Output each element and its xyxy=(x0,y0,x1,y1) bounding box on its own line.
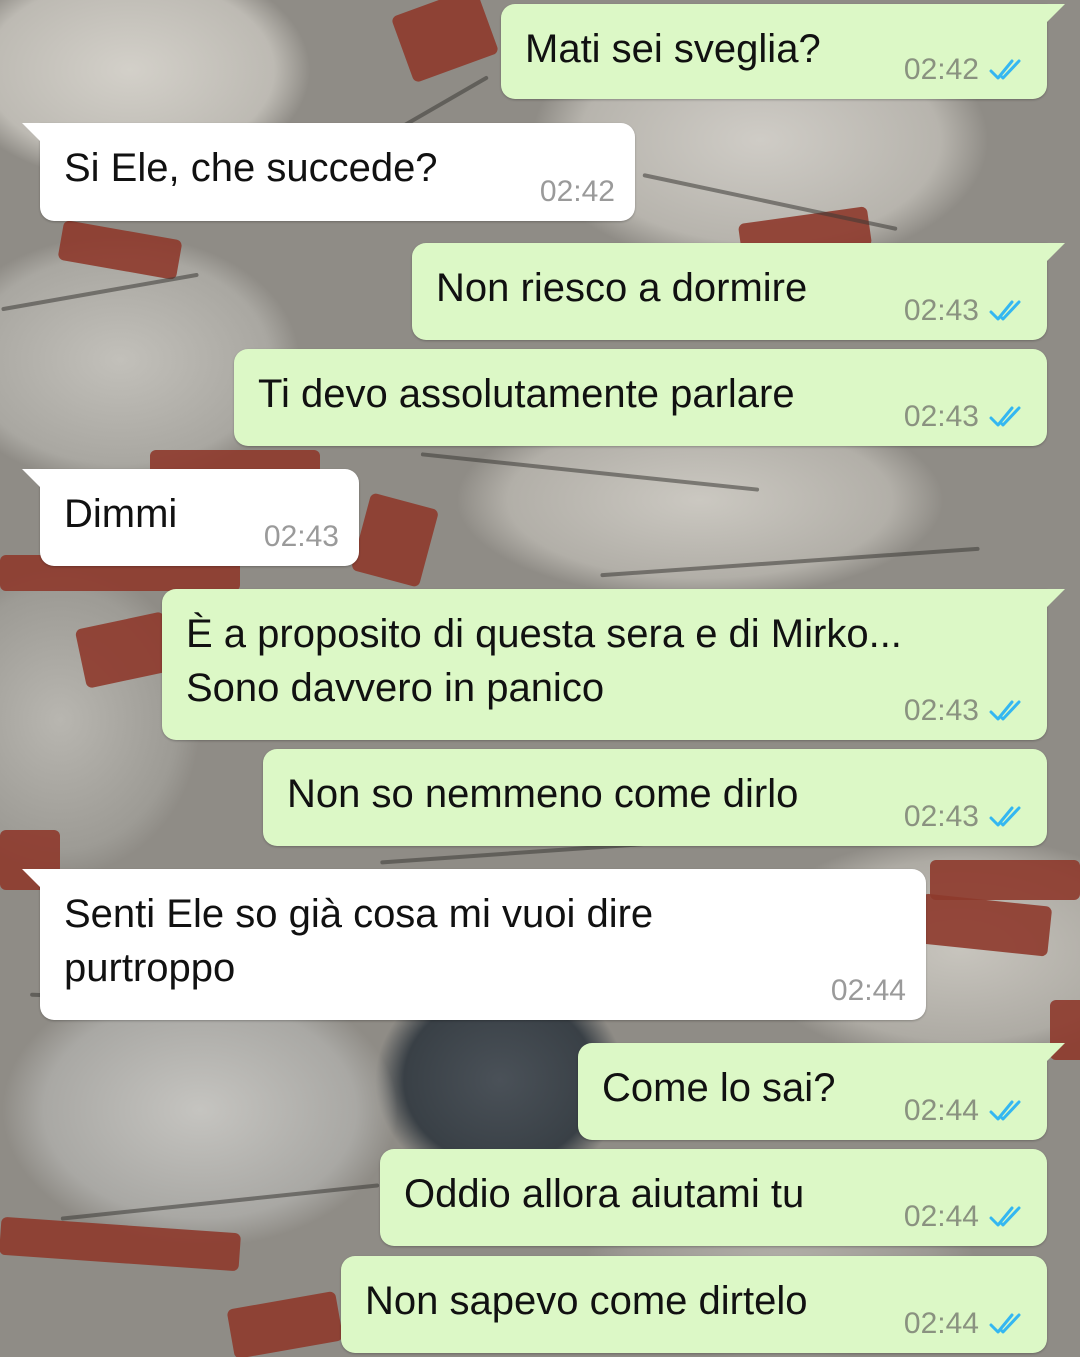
message-bubble-incoming[interactable]: Senti Ele so già cosa mi vuoi dire purtr… xyxy=(22,869,926,1020)
message-meta: 02:42 xyxy=(904,53,1027,87)
message-time: 02:44 xyxy=(903,1094,979,1127)
message-time: 02:43 xyxy=(263,520,339,553)
message-time: 02:44 xyxy=(903,1307,979,1340)
double-check-read-icon xyxy=(989,698,1027,724)
message-bubble-outgoing[interactable]: Oddio allora aiutami tu 02:44 xyxy=(380,1149,1047,1246)
message-meta: 02:44 xyxy=(904,1307,1027,1341)
message-time: 02:43 xyxy=(903,800,979,833)
message-meta: 02:44 xyxy=(904,1200,1027,1234)
bubble-tail xyxy=(1047,4,1065,22)
bubble-tail xyxy=(1047,1043,1065,1061)
message-bubble-incoming[interactable]: Dimmi 02:43 xyxy=(22,469,359,566)
message-meta: 02:43 xyxy=(904,800,1027,834)
message-text: Senti Ele so già cosa mi vuoi dire purtr… xyxy=(64,892,654,990)
message-time: 02:43 xyxy=(903,400,979,433)
double-check-read-icon xyxy=(989,1311,1027,1337)
message-text: Si Ele, che succede? xyxy=(64,146,438,190)
message-list: Mati sei sveglia? 02:42 Si Ele, che succ… xyxy=(0,0,1080,1357)
bubble-tail xyxy=(22,469,40,487)
message-time: 02:44 xyxy=(830,974,906,1007)
message-time: 02:43 xyxy=(903,694,979,727)
message-meta: 02:42 xyxy=(540,175,615,209)
message-bubble-incoming[interactable]: Si Ele, che succede? 02:42 xyxy=(22,123,635,221)
double-check-read-icon xyxy=(989,1204,1027,1230)
message-meta: 02:43 xyxy=(904,400,1027,434)
double-check-read-icon xyxy=(989,298,1027,324)
message-meta: 02:44 xyxy=(904,1094,1027,1128)
message-meta: 02:43 xyxy=(264,520,339,554)
bubble-tail xyxy=(22,869,40,887)
message-bubble-outgoing[interactable]: Come lo sai? 02:44 xyxy=(578,1043,1065,1140)
double-check-read-icon xyxy=(989,1098,1027,1124)
double-check-read-icon xyxy=(989,57,1027,83)
message-time: 02:42 xyxy=(539,175,615,208)
message-bubble-outgoing[interactable]: È a proposito di questa sera e di Mirko.… xyxy=(162,589,1065,740)
double-check-read-icon xyxy=(989,804,1027,830)
bubble-tail xyxy=(1047,589,1065,607)
double-check-read-icon xyxy=(989,404,1027,430)
message-meta: 02:44 xyxy=(831,974,906,1008)
message-bubble-outgoing[interactable]: Ti devo assolutamente parlare 02:43 xyxy=(234,349,1047,446)
bubble-tail xyxy=(1047,243,1065,261)
message-time: 02:43 xyxy=(903,294,979,327)
message-bubble-outgoing[interactable]: Non sapevo come dirtelo 02:44 xyxy=(341,1256,1047,1353)
message-time: 02:44 xyxy=(903,1200,979,1233)
message-bubble-outgoing[interactable]: Non riesco a dormire 02:43 xyxy=(412,243,1065,340)
message-text: È a proposito di questa sera e di Mirko.… xyxy=(186,612,902,710)
message-time: 02:42 xyxy=(903,53,979,86)
message-meta: 02:43 xyxy=(904,694,1027,728)
message-bubble-outgoing[interactable]: Mati sei sveglia? 02:42 xyxy=(501,4,1065,99)
message-meta: 02:43 xyxy=(904,294,1027,328)
message-bubble-outgoing[interactable]: Non so nemmeno come dirlo 02:43 xyxy=(263,749,1047,846)
bubble-tail xyxy=(22,123,40,141)
